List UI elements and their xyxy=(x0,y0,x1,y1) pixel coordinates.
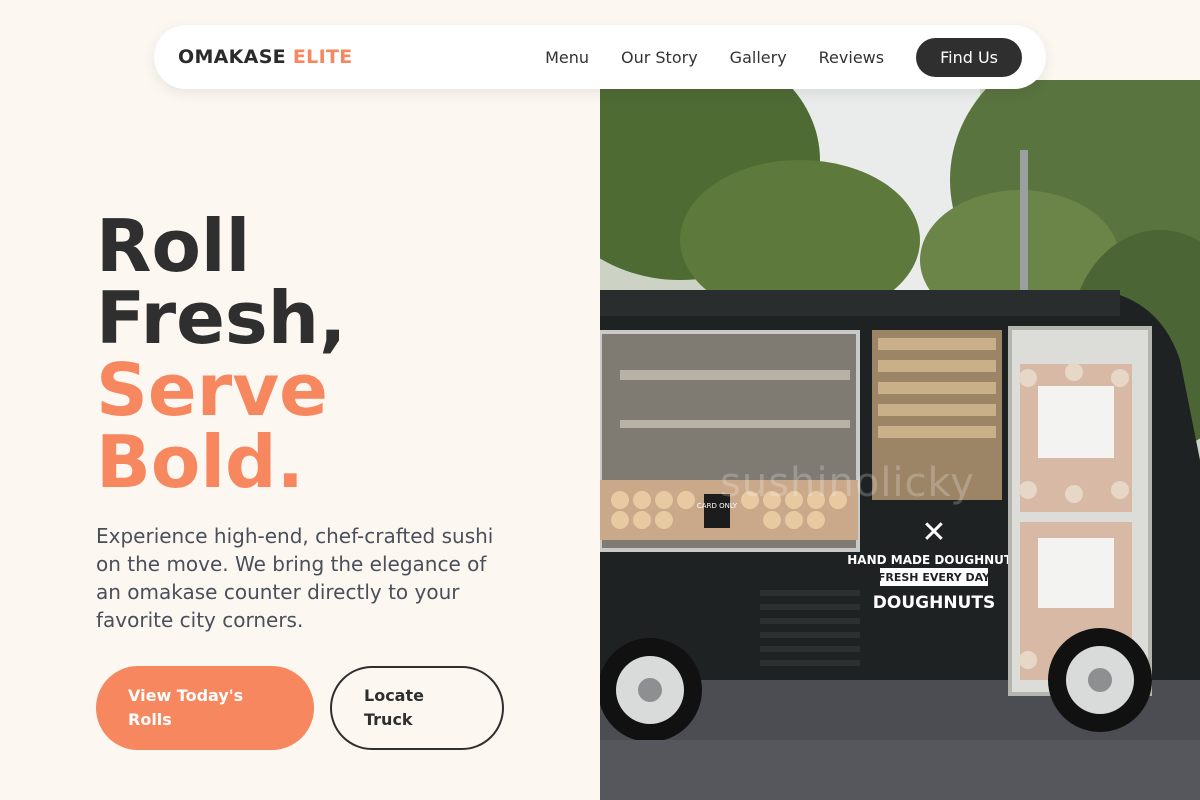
nav-link-reviews[interactable]: Reviews xyxy=(819,48,884,67)
brand-accent: ELITE xyxy=(292,46,353,68)
headline-line-4: Bold. xyxy=(96,420,304,504)
nav-link-menu[interactable]: Menu xyxy=(545,48,589,67)
food-truck-illustration: CARD ONLY ✕ HAND MADE DOUGHNUTS FRESH EV… xyxy=(600,80,1200,800)
hero-headline: Roll Fresh, Serve Bold. xyxy=(96,210,346,498)
headline-line-1: Roll xyxy=(96,204,251,288)
headline-line-2: Fresh, xyxy=(96,276,347,360)
image-watermark: sushinolicky xyxy=(720,460,975,506)
x-logo-icon: ✕ xyxy=(921,515,946,550)
sign-line-2: FRESH EVERY DAY xyxy=(878,571,991,584)
nav-link-gallery[interactable]: Gallery xyxy=(730,48,787,67)
brand-name: OMAKASE xyxy=(178,46,286,68)
hero-description: Experience high-end, chef-crafted sushi … xyxy=(96,524,494,632)
view-todays-rolls-button[interactable]: View Today's Rolls xyxy=(96,666,314,750)
brand-logo[interactable]: OMAKASE ELITE xyxy=(178,46,353,68)
nav-links: Menu Our Story Gallery Reviews Find Us xyxy=(545,37,1022,77)
find-us-button[interactable]: Find Us xyxy=(916,37,1022,77)
nav-link-our-story[interactable]: Our Story xyxy=(621,48,698,67)
headline-line-3: Serve xyxy=(96,348,328,432)
locate-truck-button[interactable]: Locate Truck xyxy=(330,666,504,750)
sign-line-1: HAND MADE DOUGHNUTS xyxy=(847,553,1021,567)
sign-line-3: DOUGHNUTS xyxy=(873,593,995,613)
navbar: OMAKASE ELITE Menu Our Story Gallery Rev… xyxy=(154,25,1046,89)
hero-image-food-truck: CARD ONLY ✕ HAND MADE DOUGHNUTS FRESH EV… xyxy=(600,80,1200,800)
page: CARD ONLY ✕ HAND MADE DOUGHNUTS FRESH EV… xyxy=(0,0,1200,800)
